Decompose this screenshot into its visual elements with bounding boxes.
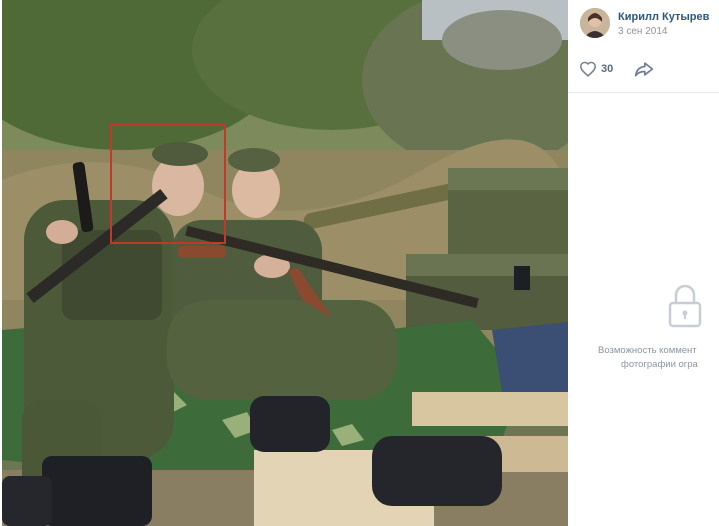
share-arrow-icon bbox=[634, 62, 654, 77]
lock-icon bbox=[668, 284, 702, 328]
notice-line-1: Возможность коммент bbox=[598, 345, 697, 356]
face-highlight-box bbox=[110, 124, 226, 244]
avatar-image bbox=[580, 8, 610, 38]
photo-viewer: Кирилл Кутырев 3 сен 2014 30 Возможность… bbox=[0, 0, 719, 526]
panel-divider bbox=[568, 92, 719, 93]
heart-icon bbox=[579, 61, 597, 77]
photo-image bbox=[2, 0, 568, 526]
post-sidebar: Кирилл Кутырев 3 сен 2014 30 Возможность… bbox=[568, 0, 719, 526]
author-avatar[interactable] bbox=[580, 8, 610, 38]
post-date[interactable]: 3 сен 2014 bbox=[618, 26, 667, 37]
post-photo[interactable] bbox=[2, 0, 568, 526]
like-count: 30 bbox=[601, 63, 614, 75]
comments-disabled-notice: Возможность коммент фотографии огра bbox=[592, 344, 719, 372]
notice-line-2: фотографии огра bbox=[621, 359, 698, 370]
like-button[interactable]: 30 bbox=[579, 60, 613, 78]
share-button[interactable] bbox=[634, 60, 654, 78]
author-name-link[interactable]: Кирилл Кутырев bbox=[618, 11, 709, 23]
